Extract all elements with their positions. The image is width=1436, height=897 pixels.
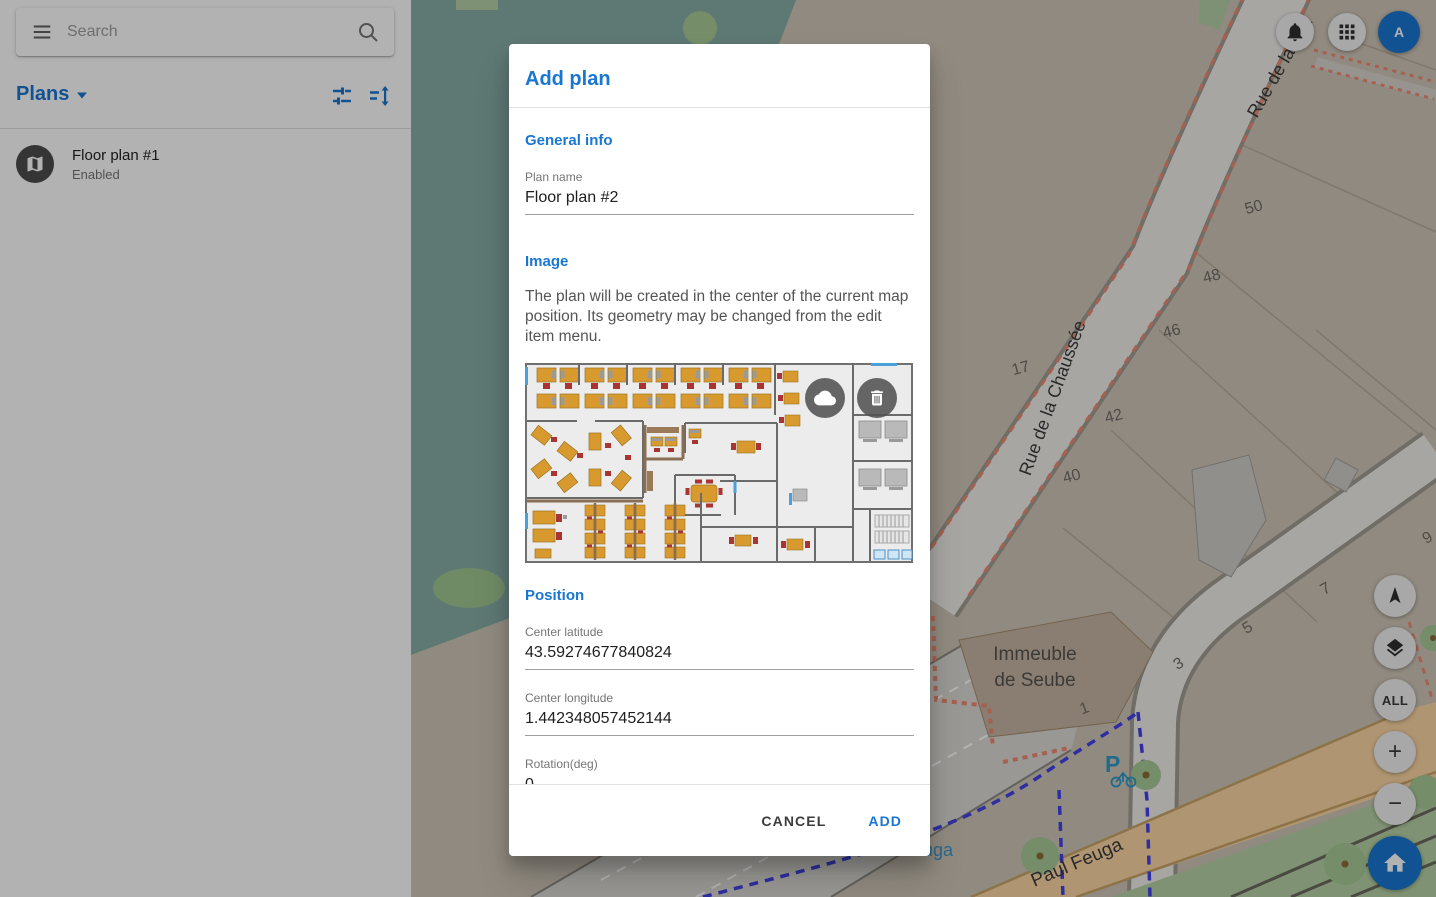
dialog-title: Add plan <box>525 68 914 91</box>
section-position: Position <box>525 587 914 604</box>
latitude-field: Center latitude <box>525 625 914 670</box>
latitude-input[interactable] <box>525 639 914 670</box>
dialog-header: Add plan <box>509 44 930 107</box>
floor-plan-image <box>525 363 913 563</box>
upload-image-button[interactable] <box>805 378 845 418</box>
plan-name-label: Plan name <box>525 170 914 184</box>
rotation-field: Rotation(deg) <box>525 757 914 784</box>
image-description: The plan will be created in the center o… <box>525 287 914 347</box>
floor-plan-preview <box>525 363 913 563</box>
delete-image-button[interactable] <box>857 378 897 418</box>
add-button[interactable]: ADD <box>864 805 906 837</box>
app-root: Rue de la Chaussée Rue de la Vau Paul Fe… <box>0 0 1436 897</box>
section-image: Image <box>525 253 914 270</box>
trash-icon <box>867 388 887 408</box>
add-plan-dialog: Add plan General info Plan name Image Th… <box>509 44 930 856</box>
plan-name-field: Plan name <box>525 170 914 215</box>
longitude-input[interactable] <box>525 705 914 736</box>
section-general-info: General info <box>525 132 914 149</box>
cloud-upload-icon <box>814 387 836 409</box>
dialog-body: General info Plan name Image The plan wi… <box>509 108 930 784</box>
longitude-label: Center longitude <box>525 691 914 705</box>
rotation-label: Rotation(deg) <box>525 757 914 771</box>
latitude-label: Center latitude <box>525 625 914 639</box>
dialog-footer: CANCEL ADD <box>509 784 930 856</box>
longitude-field: Center longitude <box>525 691 914 736</box>
plan-name-input[interactable] <box>525 184 914 215</box>
cancel-button[interactable]: CANCEL <box>757 805 830 837</box>
rotation-input[interactable] <box>525 771 914 784</box>
